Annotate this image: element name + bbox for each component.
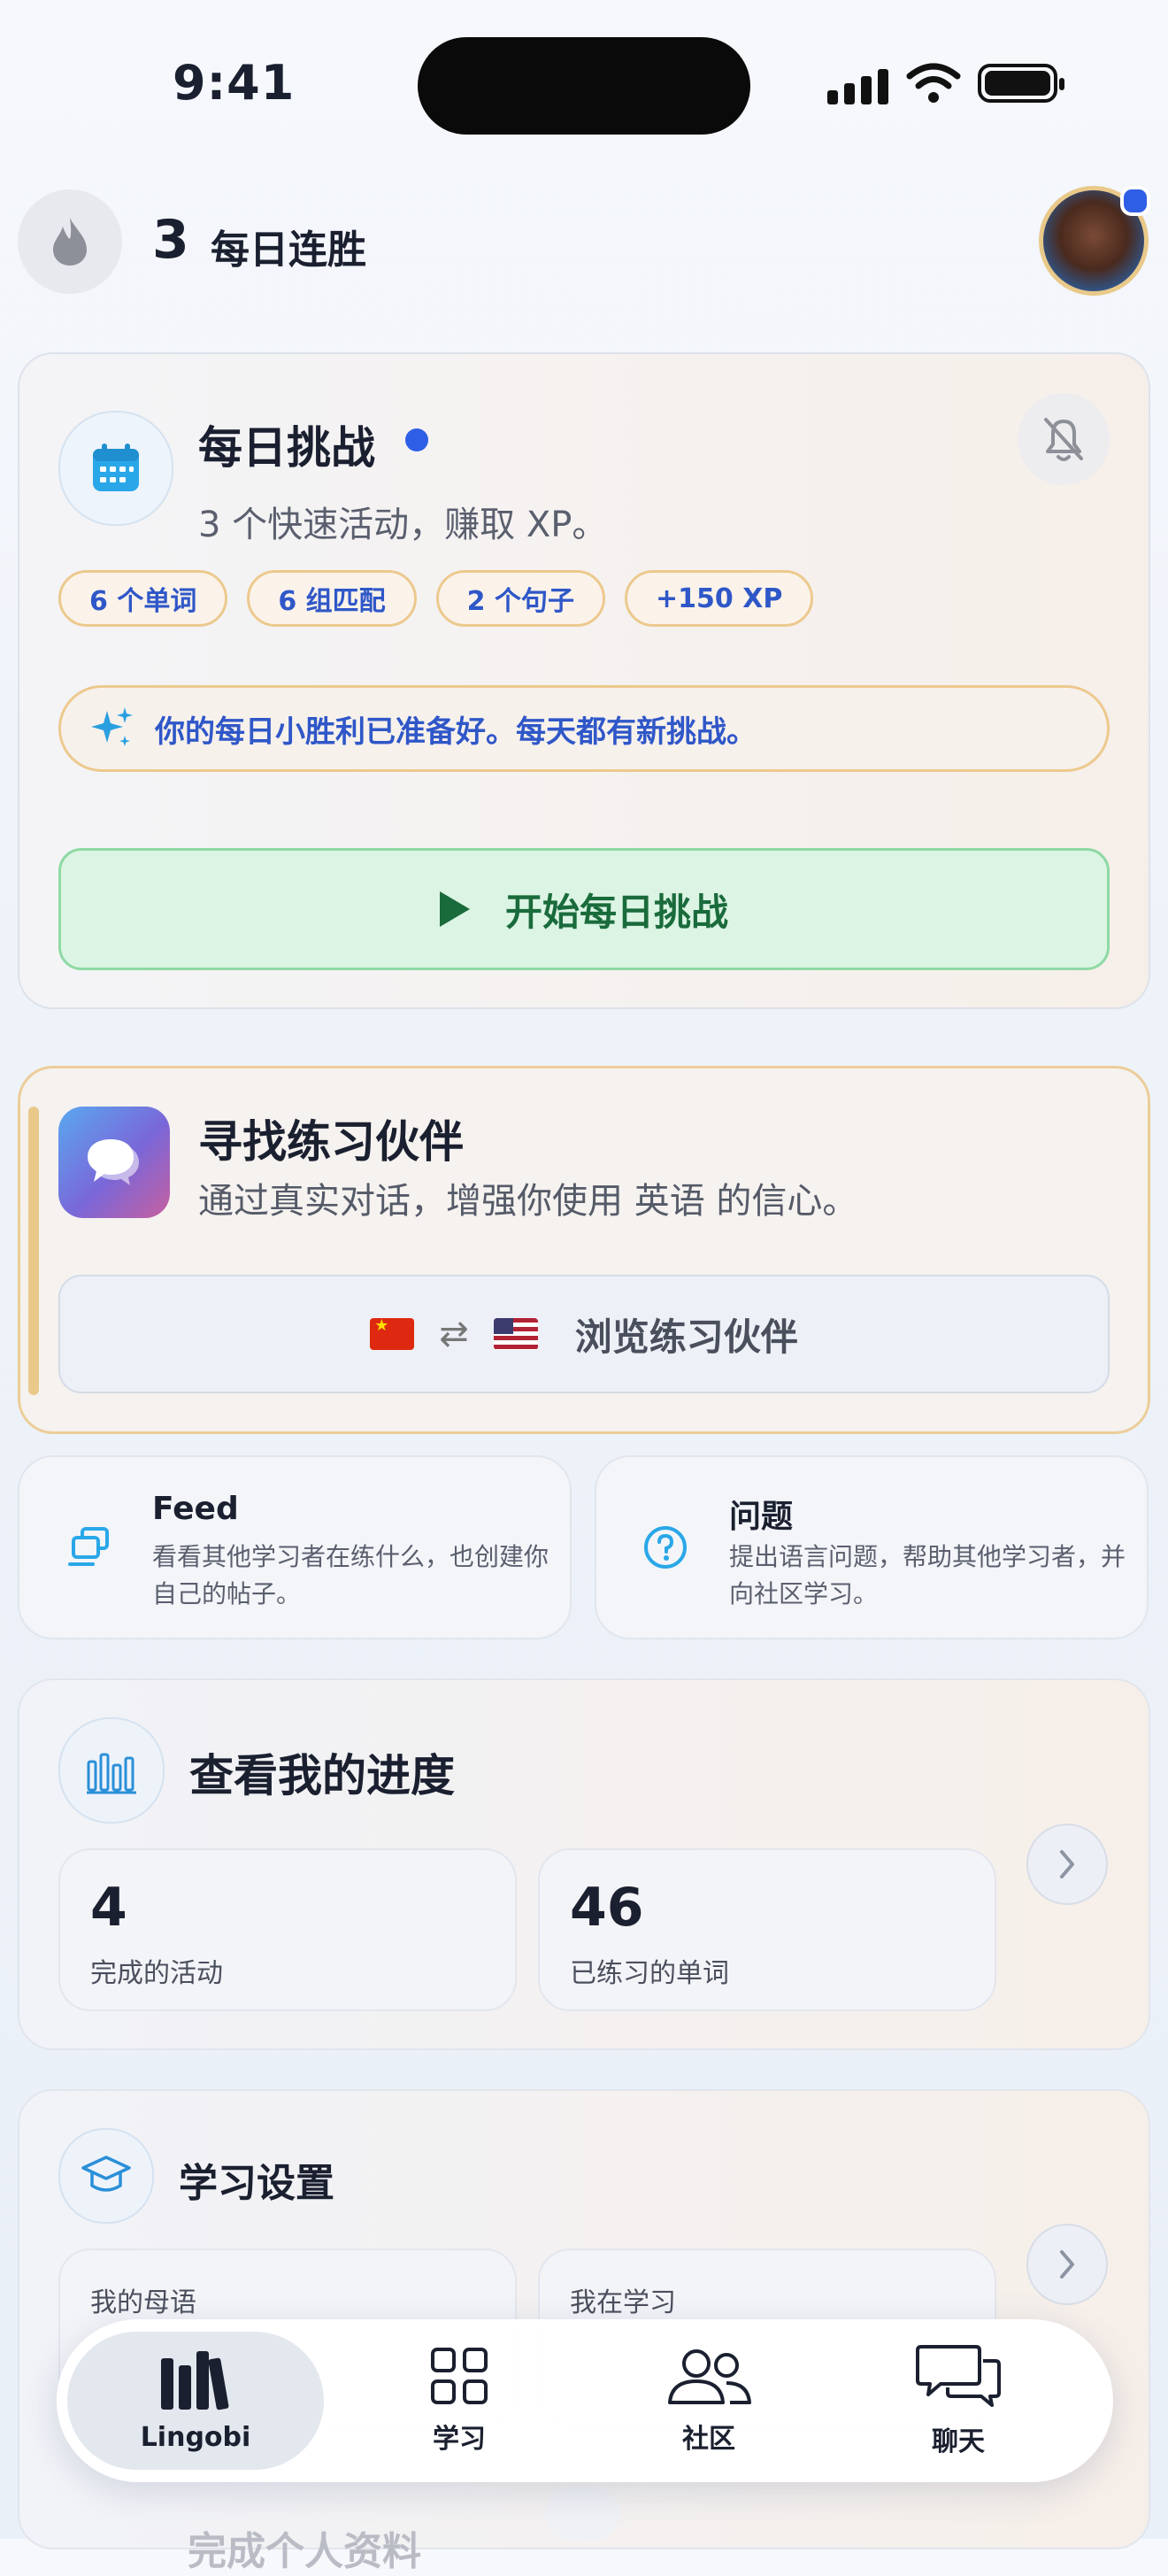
- feed-description: 看看其他学习者在练什么，也创建你自己的帖子。: [152, 1542, 549, 1608]
- dynamic-island: [418, 37, 750, 135]
- calendar-icon: [58, 411, 173, 526]
- learning-language-label: 我在学习: [570, 2287, 676, 2318]
- tab-chat-label: 聊天: [932, 2426, 985, 2457]
- tab-lingobi-label: Lingobi: [140, 2421, 251, 2453]
- daily-challenge-title: 每日挑战: [198, 422, 375, 474]
- chip-xp: +150 XP: [624, 570, 814, 627]
- stat-activities-value: 4: [90, 1877, 127, 1939]
- new-indicator-dot: [405, 428, 428, 451]
- chevron-right-icon: [1060, 2250, 1074, 2279]
- practice-partner-subtitle: 通过真实对话，增强你使用 英语 的信心。: [198, 1181, 858, 1222]
- daily-win-banner-text: 你的每日小胜利已准备好。每天都有新挑战。: [155, 713, 757, 750]
- stat-words-value: 46: [570, 1877, 644, 1939]
- daily-challenge-subtitle: 3 个快速活动，赚取 XP。: [198, 505, 608, 545]
- native-language-label: 我的母语: [90, 2287, 196, 2318]
- wifi-icon: [906, 63, 961, 103]
- feed-icon: [64, 1523, 113, 1572]
- people-icon: [668, 2349, 751, 2404]
- status-time: 9:41: [173, 55, 296, 111]
- tab-community[interactable]: 社区: [580, 2332, 837, 2470]
- flame-icon: [53, 218, 87, 266]
- streak-flame-button[interactable]: [18, 189, 122, 294]
- sparkles-icon: [91, 707, 133, 746]
- library-books-icon: [161, 2350, 229, 2410]
- chip-sentences: 2 个句子: [435, 570, 605, 627]
- chip-matches: 6 组匹配: [247, 570, 417, 627]
- battery-icon: [978, 64, 1064, 103]
- question-circle-icon: [641, 1523, 690, 1572]
- stat-words-label: 已练习的单词: [570, 1958, 729, 1989]
- stat-activities: 4 完成的活动: [58, 1848, 517, 2011]
- bell-off-icon: [1044, 418, 1083, 461]
- settings-chevron-button[interactable]: [1026, 2224, 1108, 2305]
- accent-bar: [28, 1107, 39, 1395]
- tab-study[interactable]: 学习: [331, 2332, 588, 2470]
- scroll-indicator: [545, 2487, 619, 2541]
- play-icon: [439, 891, 470, 927]
- tab-chat[interactable]: 聊天: [830, 2332, 1087, 2470]
- questions-card[interactable]: 问题 提出语言问题，帮助其他学习者，并向社区学习。: [595, 1455, 1149, 1639]
- cellular-signal-icon: [827, 64, 889, 104]
- notifications-off-button[interactable]: [1018, 393, 1110, 485]
- browse-partners-label: 浏览练习伙伴: [574, 1315, 798, 1359]
- feed-card[interactable]: Feed 看看其他学习者在练什么，也创建你自己的帖子。: [18, 1455, 572, 1639]
- grid-icon: [431, 2348, 488, 2404]
- practice-partner-title: 寻找练习伙伴: [198, 1116, 464, 1168]
- notification-dot: [1120, 186, 1150, 216]
- browse-partners-button[interactable]: ⇄ 浏览练习伙伴: [58, 1275, 1110, 1393]
- tab-lingobi[interactable]: Lingobi: [67, 2332, 324, 2470]
- swap-icon: ⇄: [439, 1314, 469, 1354]
- challenge-chips: 6 个单词 6 组匹配 2 个句子 +150 XP: [58, 570, 814, 627]
- complete-profile-text: 完成个人资料: [188, 2529, 421, 2574]
- tab-community-label: 社区: [682, 2424, 735, 2455]
- questions-title: 问题: [729, 1499, 794, 1535]
- start-daily-challenge-label: 开始每日挑战: [504, 890, 728, 934]
- chevron-right-icon: [1060, 1850, 1074, 1878]
- learning-settings-title: 学习设置: [179, 2161, 334, 2206]
- graduation-cap-icon: [58, 2128, 154, 2224]
- bar-chart-icon: [58, 1717, 165, 1824]
- streak-label: 每日连胜: [211, 228, 366, 273]
- feed-title: Feed: [152, 1491, 239, 1527]
- stat-activities-label: 完成的活动: [90, 1958, 223, 1989]
- chip-words: 6 个单词: [58, 570, 228, 627]
- start-daily-challenge-button[interactable]: 开始每日挑战: [58, 848, 1110, 970]
- daily-win-banner: 你的每日小胜利已准备好。每天都有新挑战。: [58, 685, 1110, 772]
- progress-chevron-button[interactable]: [1026, 1824, 1108, 1905]
- chat-bubbles-icon: [58, 1107, 170, 1218]
- progress-title: 查看我的进度: [189, 1750, 455, 1801]
- tab-study-label: 学习: [433, 2424, 486, 2455]
- usa-flag-icon: [493, 1318, 538, 1350]
- questions-description: 提出语言问题，帮助其他学习者，并向社区学习。: [729, 1542, 1126, 1608]
- streak-count: 3: [152, 209, 189, 271]
- stat-words: 46 已练习的单词: [538, 1848, 996, 2011]
- chat-icon: [916, 2345, 1001, 2407]
- china-flag-icon: [370, 1318, 415, 1350]
